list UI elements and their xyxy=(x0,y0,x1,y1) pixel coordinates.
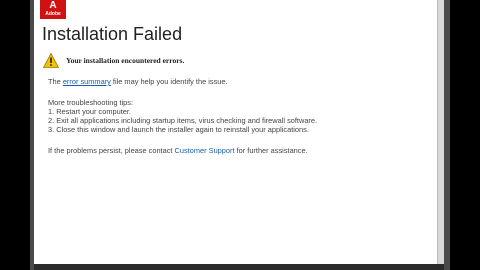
summary-prefix: The xyxy=(48,77,61,86)
content-pane: A Adobe Installation Failed Your install… xyxy=(34,0,444,264)
adobe-logo: A Adobe xyxy=(40,0,66,19)
tip-item: 3. Close this window and launch the inst… xyxy=(48,125,309,134)
warning-message: Your installation encountered errors. xyxy=(66,56,185,65)
vertical-scrollbar[interactable] xyxy=(437,0,444,264)
installer-window: A Adobe Installation Failed Your install… xyxy=(30,0,450,270)
tip-item: 2. Exit all applications including start… xyxy=(48,116,318,125)
summary-line: The error summary file may help you iden… xyxy=(48,77,228,86)
adobe-a-icon: A xyxy=(49,0,57,11)
customer-support-link[interactable]: Customer Support xyxy=(175,146,235,155)
tips-heading: More troubleshooting tips: xyxy=(48,98,134,107)
error-summary-link[interactable]: error summary xyxy=(63,77,111,86)
support-line: If the problems persist, please contact … xyxy=(48,146,308,155)
support-prefix: If the problems persist, please contact xyxy=(48,146,173,155)
support-suffix: for further assistance. xyxy=(236,146,308,155)
page-title: Installation Failed xyxy=(42,24,183,44)
summary-suffix: file may help you identify the issue. xyxy=(112,77,228,86)
window-bottom-edge xyxy=(34,264,444,270)
brand-name: Adobe xyxy=(45,11,61,17)
warning-triangle-icon xyxy=(43,53,59,68)
tip-item: 1. Restart your computer. xyxy=(48,107,131,116)
